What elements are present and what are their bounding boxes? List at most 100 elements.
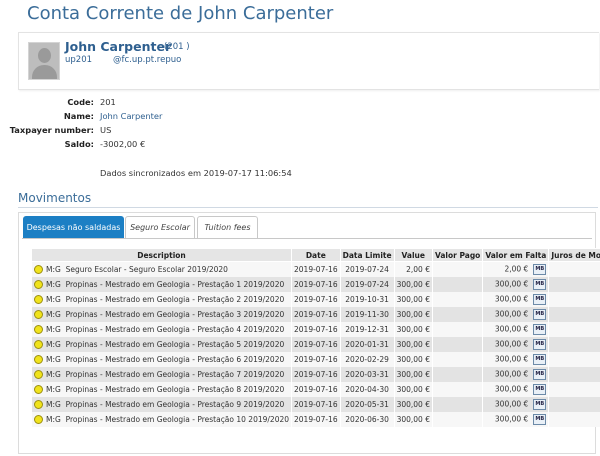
missing-value: 300,00 €	[494, 354, 529, 364]
missing-cell: 300,00 € MB	[482, 382, 550, 397]
date-cell: 2019-07-16	[291, 337, 341, 352]
table-row[interactable]: M:G Propinas - Mestrado em Geologia - Pr…	[30, 367, 600, 382]
table-row[interactable]: M:G Propinas - Mestrado em Geologia - Pr…	[30, 322, 600, 337]
info-row-code: Code: 201	[0, 97, 300, 111]
missing-cell: 300,00 € MB	[482, 367, 550, 382]
mb-icon[interactable]: MB	[533, 294, 547, 305]
mb-icon[interactable]: MB	[533, 339, 547, 350]
code-label: Code:	[67, 97, 94, 107]
yellow-circle-icon	[34, 400, 43, 410]
table-row[interactable]: M:G Propinas - Mestrado em Geologia - Pr…	[30, 292, 600, 307]
tab-seguro-escolar[interactable]: Seguro Escolar	[125, 216, 195, 238]
value-cell: 300,00 €	[393, 277, 433, 292]
missing-value: 300,00 €	[494, 339, 529, 349]
table-row[interactable]: M:G Propinas - Mestrado em Geologia - Pr…	[30, 337, 600, 352]
value-cell: 300,00 €	[393, 307, 433, 322]
name-value-link[interactable]: John Carpenter	[100, 111, 162, 121]
limit-date-cell: 2019-10-31	[339, 292, 395, 307]
movements-table: Description Date Data Limite Value Valor…	[30, 248, 600, 427]
paid-cell	[431, 261, 484, 277]
date-cell: 2019-07-16	[291, 307, 341, 322]
date-cell: 2019-07-16	[291, 412, 341, 427]
mb-icon[interactable]: MB	[533, 414, 547, 425]
limit-date-cell: 2019-11-30	[339, 307, 395, 322]
profile-name-link[interactable]: John Carpenter	[65, 39, 171, 54]
mg-code: M:G	[46, 294, 61, 304]
table-row[interactable]: M:G Propinas - Mestrado em Geologia - Pr…	[30, 382, 600, 397]
description-text: Propinas - Mestrado em Geologia - Presta…	[65, 384, 285, 394]
description-text: Propinas - Mestrado em Geologia - Presta…	[65, 354, 285, 364]
mg-code: M:G	[46, 369, 61, 379]
balance-label: Saldo:	[64, 139, 94, 149]
limit-date-cell: 2020-01-31	[339, 337, 395, 352]
profile-username: up201	[65, 55, 93, 65]
paid-cell	[431, 367, 484, 382]
value-cell: 300,00 €	[393, 337, 433, 352]
missing-value: 300,00 €	[494, 324, 529, 334]
limit-date-cell: 2019-07-24	[339, 261, 395, 277]
interest-cell	[548, 322, 600, 337]
description-text: Propinas - Mestrado em Geologia - Presta…	[65, 339, 285, 349]
col-valor-em-falta: Valor em Falta	[482, 248, 550, 262]
paid-cell	[431, 307, 484, 322]
missing-value: 2,00 €	[504, 264, 529, 274]
col-data-limite: Data Limite	[339, 248, 395, 262]
yellow-circle-icon	[34, 340, 43, 350]
mg-code: M:G	[46, 279, 61, 289]
table-row[interactable]: M:G Propinas - Mestrado em Geologia - Pr…	[30, 412, 600, 427]
interest-cell	[548, 277, 600, 292]
profile-email-link[interactable]: @fc.up.pt.repuo	[113, 55, 181, 65]
table-row[interactable]: M:G Propinas - Mestrado em Geologia - Pr…	[30, 352, 600, 367]
mb-icon[interactable]: MB	[533, 279, 547, 290]
section-divider	[18, 207, 598, 208]
interest-cell	[548, 261, 600, 277]
movements-body: M:G Seguro Escolar - Seguro Escolar 2019…	[30, 261, 600, 427]
mb-icon[interactable]: MB	[533, 384, 547, 395]
interest-cell	[548, 382, 600, 397]
table-row[interactable]: M:G Seguro Escolar - Seguro Escolar 2019…	[30, 261, 600, 277]
interest-cell	[548, 352, 600, 367]
description-cell: M:G Propinas - Mestrado em Geologia - Pr…	[30, 307, 293, 322]
table-row[interactable]: M:G Propinas - Mestrado em Geologia - Pr…	[30, 307, 600, 322]
missing-value: 300,00 €	[494, 399, 529, 409]
mb-icon[interactable]: MB	[533, 324, 547, 335]
yellow-circle-icon	[34, 265, 43, 275]
description-text: Propinas - Mestrado em Geologia - Presta…	[65, 309, 285, 319]
info-row-tax: Taxpayer number: US	[0, 125, 300, 139]
yellow-circle-icon	[34, 325, 43, 335]
tab-despesas-nao-saldadas[interactable]: Despesas não saldadas	[23, 216, 124, 238]
value-cell: 300,00 €	[393, 367, 433, 382]
interest-cell	[548, 412, 600, 427]
description-cell: M:G Propinas - Mestrado em Geologia - Pr…	[30, 367, 293, 382]
table-row[interactable]: M:G Propinas - Mestrado em Geologia - Pr…	[30, 277, 600, 292]
col-description: Description	[30, 248, 293, 262]
yellow-circle-icon	[34, 310, 43, 320]
description-text: Propinas - Mestrado em Geologia - Presta…	[65, 414, 290, 424]
description-cell: M:G Propinas - Mestrado em Geologia - Pr…	[30, 292, 293, 307]
mb-icon[interactable]: MB	[533, 264, 547, 275]
table-header: Description Date Data Limite Value Valor…	[30, 248, 600, 262]
missing-cell: 300,00 € MB	[482, 322, 550, 337]
missing-cell: 2,00 € MB	[482, 261, 550, 277]
table-row[interactable]: M:G Propinas - Mestrado em Geologia - Pr…	[30, 397, 600, 412]
tab-tuition-fees[interactable]: Tuition fees	[197, 216, 258, 238]
date-cell: 2019-07-16	[291, 382, 341, 397]
balance-value: -3002,00 €	[100, 139, 146, 149]
col-valor-pago: Valor Pago	[431, 248, 484, 262]
name-label: Name:	[63, 111, 94, 121]
description-text: Propinas - Mestrado em Geologia - Presta…	[65, 399, 285, 409]
mb-icon[interactable]: MB	[533, 369, 547, 380]
info-row-balance: Saldo: -3002,00 €	[0, 139, 300, 153]
mg-code: M:G	[46, 339, 61, 349]
col-value: Value	[393, 248, 433, 262]
mb-icon[interactable]: MB	[533, 309, 547, 320]
mb-icon[interactable]: MB	[533, 354, 547, 365]
description-cell: M:G Propinas - Mestrado em Geologia - Pr…	[30, 277, 293, 292]
profile-code: (201 )	[164, 42, 190, 52]
description-text: Propinas - Mestrado em Geologia - Presta…	[65, 279, 285, 289]
yellow-circle-icon	[34, 385, 43, 395]
mb-icon[interactable]: MB	[533, 399, 547, 410]
description-cell: M:G Propinas - Mestrado em Geologia - Pr…	[30, 352, 293, 367]
mg-code: M:G	[46, 414, 61, 424]
missing-cell: 300,00 € MB	[482, 397, 550, 412]
